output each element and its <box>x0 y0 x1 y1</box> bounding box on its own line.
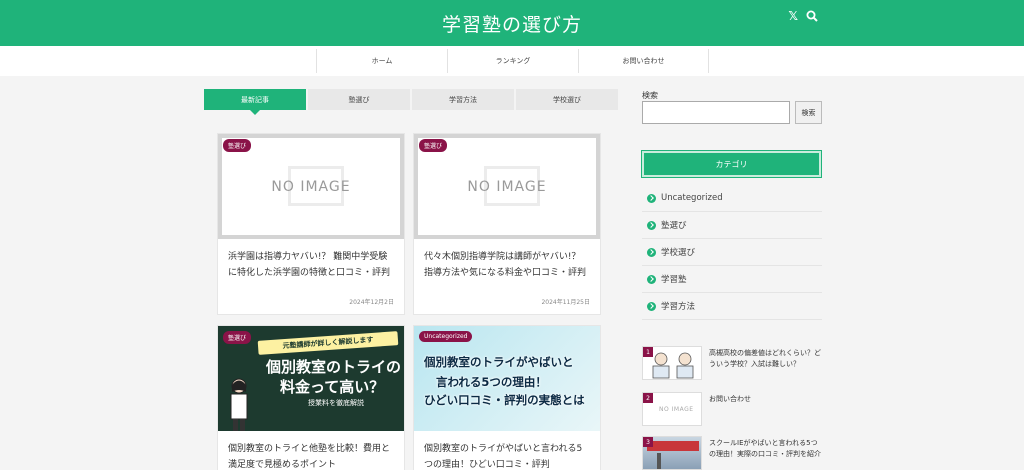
rank-badge: 1 <box>643 347 653 357</box>
search-label: 検索 <box>642 91 658 100</box>
eyecatch-subtext: 授業料を徹底解説 <box>308 399 364 407</box>
no-image-text: NO IMAGE <box>659 406 694 413</box>
article-title[interactable]: 代々木個別指導学院は講師がヤバい!？ 指導方法や気になる料金や口コミ・評判 <box>424 249 590 299</box>
category-label: 学習塾 <box>661 275 687 285</box>
rank-badge: 2 <box>643 393 653 403</box>
category-item[interactable]: 学習方法 <box>642 293 822 320</box>
category-badge: Uncategorized <box>419 331 473 342</box>
chevron-right-icon <box>647 193 656 203</box>
article-date: 2024年12月2日 <box>349 299 394 306</box>
tab-study-method[interactable]: 学習方法 <box>412 89 514 110</box>
category-label: Uncategorized <box>661 193 723 203</box>
header-icons: 𝕏 <box>788 9 818 23</box>
category-label: 学校選び <box>661 248 696 258</box>
category-list: Uncategorized 塾選び 学校選び 学習塾 学習方法 <box>642 185 822 320</box>
teacher-illustration-icon <box>230 378 248 431</box>
article-tabs: 最新記事 塾選び 学習方法 学校選び <box>204 89 618 115</box>
tab-juku[interactable]: 塾選び <box>308 89 410 110</box>
no-image-text: NO IMAGE <box>467 178 547 195</box>
category-label: 学習方法 <box>661 302 696 312</box>
eyecatch-headline: 言われる5つの理由！ <box>436 375 547 389</box>
global-nav: ホーム ランキング お問い合わせ <box>0 46 1024 76</box>
search-icon[interactable] <box>806 10 818 22</box>
nav-item-contact[interactable]: お問い合わせ <box>578 49 709 73</box>
article-card[interactable]: 塾選び 元塾講師が詳しく解説します 個別教室のトライの 料金って高い？ 授業料を… <box>217 325 405 470</box>
eyecatch-headline: 個別教室のトライの <box>266 358 402 376</box>
article-title[interactable]: 個別教室のトライと他塾を比較！費用と満足度で見極めるポイント <box>228 441 394 470</box>
article-card[interactable]: 塾選び NO IMAGE 代々木個別指導学院は講師がヤバい!？ 指導方法や気にな… <box>413 133 601 315</box>
nav-items: ホーム ランキング お問い合わせ <box>316 49 709 73</box>
chevron-right-icon <box>647 301 656 311</box>
tab-school[interactable]: 学校選び <box>516 89 618 110</box>
category-item[interactable]: 塾選び <box>642 212 822 239</box>
nav-item-home[interactable]: ホーム <box>316 49 447 73</box>
search-input[interactable] <box>642 101 790 124</box>
article-thumbnail[interactable]: Uncategorized 個別教室のトライがやばいと 言われる5つの理由！ ひ… <box>414 326 600 431</box>
category-badge: 塾選び <box>419 139 448 152</box>
article-title[interactable]: 浜学園は指導力ヤバい!？ 難関中学受験に特化した浜学園の特徴と口コミ・評判 <box>228 249 394 299</box>
category-item[interactable]: Uncategorized <box>642 185 822 212</box>
no-image-text: NO IMAGE <box>271 178 351 195</box>
article-date: 2024年11月25日 <box>541 299 590 306</box>
eyecatch-banner: 元塾講師が詳しく解説します <box>257 331 399 355</box>
chevron-right-icon <box>647 247 656 257</box>
article-thumbnail[interactable]: 塾選び NO IMAGE <box>218 134 404 239</box>
popular-post-thumbnail[interactable]: 3 <box>642 436 702 470</box>
eyecatch-headline: 料金って高い？ <box>280 378 385 396</box>
chevron-right-icon <box>647 274 656 284</box>
pole-shape <box>657 453 661 469</box>
chevron-right-icon <box>647 220 656 230</box>
category-item[interactable]: 学習塾 <box>642 266 822 293</box>
rank-badge: 3 <box>643 437 653 447</box>
site-header: 学習塾の選び方 𝕏 <box>0 0 1024 46</box>
popular-post-title[interactable]: お問い合わせ <box>709 394 823 405</box>
article-card[interactable]: Uncategorized 個別教室のトライがやばいと 言われる5つの理由！ ひ… <box>413 325 601 470</box>
article-card[interactable]: 塾選び NO IMAGE 浜学園は指導力ヤバい!？ 難関中学受験に特化した浜学園… <box>217 133 405 315</box>
article-thumbnail[interactable]: 塾選び NO IMAGE <box>414 134 600 239</box>
tab-latest[interactable]: 最新記事 <box>204 89 306 115</box>
eyecatch-headline: 個別教室のトライがやばいと <box>424 355 574 369</box>
popular-post-title[interactable]: 高槻高校の偏差値はどれくらい？どういう学校？入試は難しい？ <box>709 348 823 370</box>
eyecatch-headline: ひどい口コミ・評判の実態とは <box>424 393 585 407</box>
popular-post-thumbnail[interactable]: 1 <box>642 346 702 380</box>
category-heading: カテゴリ <box>641 150 822 178</box>
popular-post-thumbnail[interactable]: 2 NO IMAGE <box>642 392 702 426</box>
category-item[interactable]: 学校選び <box>642 239 822 266</box>
search-button[interactable]: 検索 <box>795 101 822 124</box>
category-label: 塾選び <box>661 221 687 231</box>
nav-item-ranking[interactable]: ランキング <box>447 49 578 73</box>
x-logo-icon[interactable]: 𝕏 <box>788 9 798 23</box>
site-title[interactable]: 学習塾の選び方 <box>0 10 1024 37</box>
article-thumbnail[interactable]: 塾選び 元塾講師が詳しく解説します 個別教室のトライの 料金って高い？ 授業料を… <box>218 326 404 431</box>
popular-post-title[interactable]: スクールIEがやばいと言われる5つの理由！実際の口コミ・評判を紹介 <box>709 438 823 460</box>
article-title[interactable]: 個別教室のトライがやばいと言われる5つの理由！ひどい口コミ・評判 <box>424 441 590 470</box>
category-badge: 塾選び <box>223 331 252 344</box>
category-badge: 塾選び <box>223 139 252 152</box>
store-sign <box>647 441 699 451</box>
